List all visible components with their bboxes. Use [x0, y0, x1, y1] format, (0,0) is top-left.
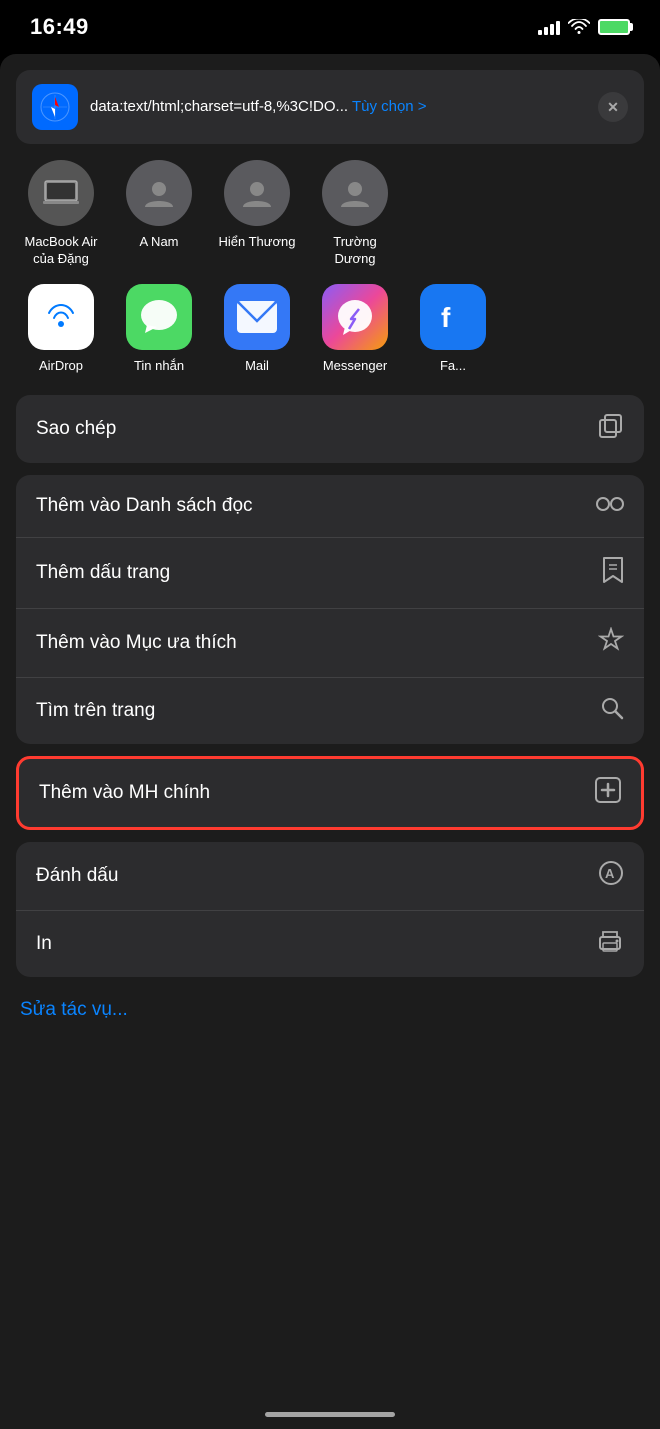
- contact-avatar: [126, 160, 192, 226]
- mail-icon: [224, 284, 290, 350]
- menu-item-mhchinh[interactable]: Thêm vào MH chính: [19, 759, 641, 827]
- menu-item-label: Thêm dấu trang: [36, 562, 170, 584]
- menu-item-saochep[interactable]: Sao chép: [16, 395, 644, 463]
- contacts-row[interactable]: MacBook Air của Đặng A Nam: [0, 144, 660, 276]
- edit-actions[interactable]: Sửa tác vụ...: [0, 983, 660, 1037]
- menu-item-label: Thêm vào Danh sách đọc: [36, 495, 253, 517]
- url-bar: data:text/html;charset=utf-8,%3C!DO... T…: [16, 70, 644, 144]
- contact-avatar: [28, 160, 94, 226]
- svg-text:f: f: [441, 302, 451, 333]
- messages-icon: [126, 284, 192, 350]
- app-label: Fa...: [440, 358, 466, 373]
- status-time: 16:49: [30, 14, 89, 40]
- status-bar: 16:49: [0, 0, 660, 54]
- edit-actions-label[interactable]: Sửa tác vụ...: [20, 999, 128, 1020]
- contact-avatar: [322, 160, 388, 226]
- copy-icon: [598, 413, 624, 445]
- contact-name: Hiển Thương: [217, 234, 297, 251]
- menu-item-label: Sao chép: [36, 418, 116, 440]
- menu-item-label: Tìm trên trang: [36, 700, 155, 722]
- app-airdrop[interactable]: AirDrop: [16, 284, 106, 373]
- menu-item-label: In: [36, 933, 52, 955]
- app-label: Mail: [245, 358, 269, 373]
- markup-icon: A: [598, 860, 624, 892]
- menu-item-label: Đánh dấu: [36, 865, 118, 887]
- contact-hienthuong[interactable]: Hiển Thương: [212, 160, 302, 268]
- svg-text:A: A: [605, 866, 615, 881]
- menu-item-mucuathich[interactable]: Thêm vào Mục ưa thích: [16, 609, 644, 678]
- menu-section-3: Đánh dấu A In: [16, 842, 644, 977]
- menu-item-timtrang[interactable]: Tìm trên trang: [16, 678, 644, 744]
- signal-icon: [538, 19, 560, 35]
- close-icon: ✕: [607, 99, 619, 116]
- menu-item-label: Thêm vào MH chính: [39, 782, 210, 804]
- contact-name: Trường Dương: [315, 234, 395, 268]
- close-button[interactable]: ✕: [598, 92, 628, 122]
- menu-item-in[interactable]: In: [16, 911, 644, 977]
- bookmark-icon: [602, 556, 624, 590]
- status-icons: [538, 19, 630, 35]
- menu-item-dautrang[interactable]: Thêm dấu trang: [16, 538, 644, 609]
- contact-avatar: [224, 160, 290, 226]
- apps-row[interactable]: AirDrop Tin nhắn: [0, 276, 660, 389]
- print-icon: [596, 929, 624, 959]
- app-messages[interactable]: Tin nhắn: [114, 284, 204, 373]
- url-text: data:text/html;charset=utf-8,%3C!DO... T…: [90, 98, 427, 115]
- star-icon: [598, 627, 624, 659]
- app-messenger[interactable]: Messenger: [310, 284, 400, 373]
- menu-item-label: Thêm vào Mục ưa thích: [36, 632, 237, 654]
- contact-name: MacBook Air của Đặng: [21, 234, 101, 268]
- app-label: Messenger: [323, 358, 387, 373]
- app-other[interactable]: f Fa...: [408, 284, 498, 373]
- url-value: data:text/html;charset=utf-8,%3C!DO...: [90, 98, 348, 115]
- home-indicator: [265, 1412, 395, 1417]
- menu-section-1: Sao chép: [16, 395, 644, 463]
- app-mail[interactable]: Mail: [212, 284, 302, 373]
- contact-anam[interactable]: A Nam: [114, 160, 204, 268]
- add-to-home-icon: [595, 777, 621, 809]
- wifi-icon: [568, 19, 590, 35]
- app-label: Tin nhắn: [134, 358, 184, 373]
- battery-icon: [598, 19, 630, 35]
- menu-section-2: Thêm vào Danh sách đọc Thêm dấu trang Th…: [16, 475, 644, 744]
- share-sheet: data:text/html;charset=utf-8,%3C!DO... T…: [0, 54, 660, 1429]
- safari-icon: [32, 84, 78, 130]
- contact-name: A Nam: [119, 234, 199, 251]
- url-options[interactable]: Tùy chọn >: [352, 98, 427, 115]
- contact-truongduong[interactable]: Trường Dương: [310, 160, 400, 268]
- reading-list-icon: [596, 493, 624, 519]
- airdrop-icon: [28, 284, 94, 350]
- menu-item-danhdau[interactable]: Đánh dấu A: [16, 842, 644, 911]
- other-app-icon: f: [420, 284, 486, 350]
- url-text-container: data:text/html;charset=utf-8,%3C!DO... T…: [90, 98, 586, 116]
- search-icon: [600, 696, 624, 726]
- app-label: AirDrop: [39, 358, 83, 373]
- contact-macbook[interactable]: MacBook Air của Đặng: [16, 160, 106, 268]
- menu-item-danhsachdoc[interactable]: Thêm vào Danh sách đọc: [16, 475, 644, 538]
- menu-item-mhchinh-container: Thêm vào MH chính: [16, 756, 644, 830]
- messenger-icon: [322, 284, 388, 350]
